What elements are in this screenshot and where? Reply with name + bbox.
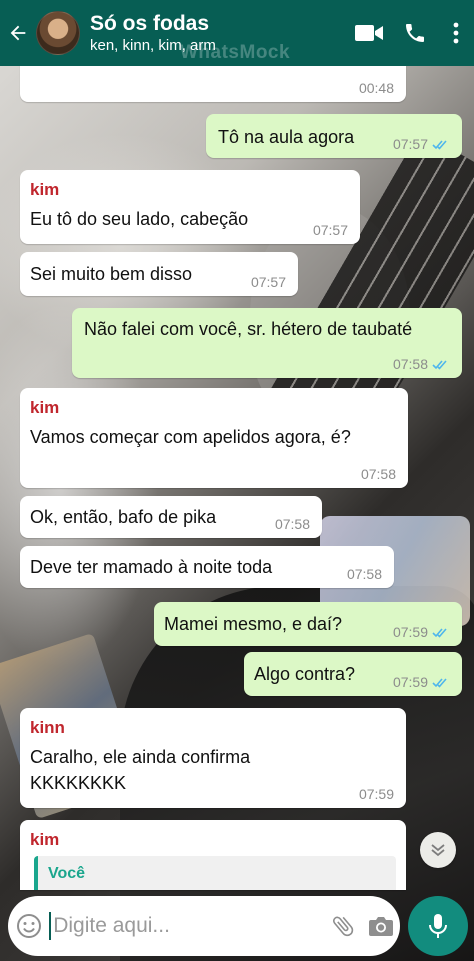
message-time: 07:57 — [250, 274, 286, 290]
double-chevron-down-icon — [431, 844, 445, 857]
message-bubble[interactable]: kim Vamos começar com apelidos agora, é?… — [20, 388, 408, 488]
quoted-message[interactable]: Você — [34, 856, 396, 890]
message-text: Eu tô do seu lado, cabeção — [30, 209, 249, 229]
paperclip-icon — [333, 916, 354, 937]
message-time: 07:59 — [393, 674, 450, 690]
message-time: 07:58 — [360, 466, 396, 482]
back-arrow-icon — [10, 25, 26, 41]
message-text: Sei muito bem disso — [30, 264, 193, 284]
video-call-button[interactable] — [346, 0, 392, 66]
time-label: 07:59 — [392, 624, 428, 640]
message-sender: kinn — [30, 718, 65, 737]
read-ticks-icon — [432, 678, 447, 688]
chat-header: Só os fodas ken, kinn, kim, arm WhatsMoc… — [0, 0, 474, 66]
camera-icon — [369, 917, 394, 936]
message-time: 07:58 — [274, 516, 310, 532]
read-ticks-icon — [432, 360, 447, 370]
more-options-button[interactable] — [438, 0, 474, 66]
more-vert-icon — [453, 22, 459, 44]
time-label: 07:58 — [392, 356, 428, 372]
phone-icon — [406, 24, 424, 42]
group-avatar[interactable] — [36, 11, 80, 55]
message-time: 07:59 — [358, 786, 394, 802]
emoji-icon — [16, 914, 41, 938]
message-bubble[interactable]: kim Eu tô do seu lado, cabeção 07:57 — [20, 170, 360, 244]
message-text: Mamei mesmo, e daí? — [164, 614, 343, 634]
time-label: 07:57 — [392, 136, 428, 152]
chat-title: Só os fodas — [90, 12, 210, 36]
message-time: 07:58 — [346, 566, 382, 582]
message-sender: kim — [30, 830, 60, 849]
message-time: 07:57 — [393, 136, 450, 152]
message-sender: kim — [30, 180, 60, 199]
back-button[interactable] — [0, 0, 36, 66]
microphone-icon — [429, 914, 447, 938]
message-bubble[interactable]: Algo contra? 07:59 — [244, 652, 462, 696]
message-sender: kim — [30, 398, 60, 417]
attach-button[interactable] — [324, 896, 362, 956]
emoji-button[interactable] — [8, 896, 49, 956]
message-time: 00:48 — [358, 80, 394, 96]
message-time: 07:58 — [393, 356, 450, 372]
message-bubble[interactable]: Sei muito bem disso 07:57 — [20, 252, 298, 296]
watermark: WhatsMock — [180, 42, 291, 63]
message-text: Ok, então, bafo de pika — [30, 507, 217, 527]
read-ticks-icon — [432, 140, 447, 150]
camera-button[interactable] — [362, 896, 400, 956]
message-text: Não falei com você, sr. hétero de taubat… — [84, 319, 413, 339]
message-composer — [8, 896, 400, 956]
message-bubble[interactable]: Ok, então, bafo de pika 07:58 — [20, 496, 322, 538]
message-bubble[interactable]: Deve ter mamado à noite toda 07:58 — [20, 546, 394, 588]
mic-button[interactable] — [408, 896, 468, 956]
message-text: Caralho, ele ainda confirma KKKKKKKK — [30, 747, 251, 793]
message-time: 07:57 — [312, 222, 348, 238]
message-time: 07:59 — [393, 624, 450, 640]
time-label: 07:59 — [392, 674, 428, 690]
message-bubble[interactable]: Não falei com você, sr. hétero de taubat… — [72, 308, 462, 378]
message-bubble[interactable]: kim Você — [20, 820, 406, 890]
message-text: Algo contra? — [254, 664, 356, 684]
voice-call-button[interactable] — [392, 0, 438, 66]
message-text: Tô na aula agora — [218, 127, 355, 147]
message-input[interactable] — [49, 912, 325, 940]
video-call-icon — [355, 25, 383, 41]
read-ticks-icon — [432, 628, 447, 638]
message-bubble[interactable]: kinn Caralho, ele ainda confirma KKKKKKK… — [20, 708, 406, 808]
message-text: Deve ter mamado à noite toda — [30, 557, 273, 577]
scroll-down-button[interactable] — [420, 832, 456, 868]
message-bubble[interactable]: Tô na aula agora 07:57 — [206, 114, 462, 158]
message-text: Vamos começar com apelidos agora, é? — [30, 427, 351, 447]
quoted-author: Você — [48, 865, 86, 882]
message-bubble[interactable]: Mamei mesmo, e daí? 07:59 — [154, 602, 462, 646]
